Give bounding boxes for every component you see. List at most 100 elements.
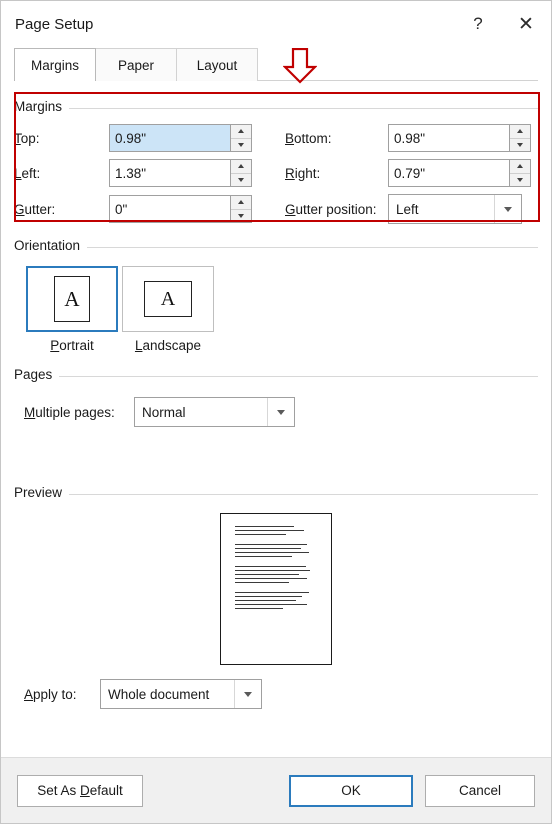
triangle-up-icon bbox=[238, 129, 244, 134]
orientation-options: A Portrait A Landscape bbox=[14, 266, 538, 353]
left-label: Left: bbox=[14, 165, 41, 181]
orientation-portrait-option[interactable]: A Portrait bbox=[24, 266, 120, 353]
margins-row-top-bottom: Top: Bottom: bbox=[14, 124, 538, 152]
page-title: Page Setup bbox=[15, 15, 94, 33]
triangle-up-icon bbox=[238, 164, 244, 169]
top-margin-spin-down[interactable] bbox=[231, 137, 251, 151]
preview-page-thumbnail bbox=[220, 513, 332, 665]
ok-button[interactable]: OK bbox=[289, 774, 413, 807]
apply-to-label: Apply to: bbox=[24, 686, 77, 702]
landscape-page-icon: A bbox=[144, 281, 192, 317]
triangle-down-icon bbox=[238, 177, 244, 182]
tab-strip: Margins Paper Layout bbox=[1, 47, 551, 82]
top-margin-spin-up[interactable] bbox=[231, 125, 251, 138]
tab-paper-label: Paper bbox=[117, 57, 155, 73]
gutter-position-combobox[interactable]: Left bbox=[388, 194, 522, 224]
pages-group-rule bbox=[14, 376, 538, 377]
multiple-pages-label: Multiple pages: bbox=[24, 404, 115, 420]
orientation-landscape-label: Landscape bbox=[134, 338, 202, 353]
gutter-input[interactable] bbox=[110, 196, 230, 222]
preview-group-rule bbox=[14, 494, 538, 495]
right-margin-input[interactable] bbox=[389, 160, 509, 186]
triangle-down-icon bbox=[238, 142, 244, 147]
gutter-spinner[interactable] bbox=[109, 195, 252, 223]
gutter-position-dropdown-button[interactable] bbox=[494, 195, 521, 223]
triangle-down-icon bbox=[517, 142, 523, 147]
orientation-group: Orientation A Portrait A Landscape bbox=[14, 238, 538, 353]
help-button[interactable]: ? bbox=[455, 1, 501, 47]
orientation-landscape-thumbnail[interactable]: A bbox=[122, 266, 214, 332]
gutter-spin-down[interactable] bbox=[231, 208, 251, 222]
bottom-margin-input[interactable] bbox=[389, 125, 509, 151]
left-margin-spinner[interactable] bbox=[109, 159, 252, 187]
triangle-up-icon bbox=[517, 164, 523, 169]
right-margin-spin-down[interactable] bbox=[510, 172, 530, 186]
orientation-group-label: Orientation bbox=[14, 238, 88, 253]
preview-group-label: Preview bbox=[14, 485, 70, 500]
bottom-margin-spin-buttons[interactable] bbox=[509, 125, 530, 151]
multiple-pages-value: Normal bbox=[142, 404, 186, 420]
bottom-margin-spin-down[interactable] bbox=[510, 137, 530, 151]
dialog-footer: Set As Default OK Cancel bbox=[1, 757, 551, 823]
margins-row-gutter: Gutter: Gutter position: Left bbox=[14, 194, 538, 224]
preview-group: Preview Apply to: Whole document bbox=[14, 485, 538, 709]
left-margin-spin-buttons[interactable] bbox=[230, 160, 251, 186]
dialog-content: Margins Top: Bottom: bbox=[1, 48, 551, 757]
multiple-pages-dropdown-button[interactable] bbox=[267, 398, 294, 426]
annotation-down-arrow-icon bbox=[283, 48, 317, 84]
gutter-spin-up[interactable] bbox=[231, 196, 251, 209]
triangle-up-icon bbox=[517, 129, 523, 134]
triangle-down-icon bbox=[238, 213, 244, 218]
left-margin-input[interactable] bbox=[110, 160, 230, 186]
apply-to-combobox[interactable]: Whole document bbox=[100, 679, 262, 709]
pages-group-label: Pages bbox=[14, 367, 60, 382]
cancel-button[interactable]: Cancel bbox=[425, 774, 535, 807]
tab-margins[interactable]: Margins bbox=[14, 48, 96, 82]
tab-paper[interactable]: Paper bbox=[95, 48, 177, 81]
orientation-portrait-thumbnail[interactable]: A bbox=[26, 266, 118, 332]
tab-layout[interactable]: Layout bbox=[176, 48, 258, 81]
portrait-page-icon: A bbox=[54, 276, 90, 322]
question-mark-icon: ? bbox=[473, 14, 483, 33]
top-margin-spin-buttons[interactable] bbox=[230, 125, 251, 151]
chevron-down-icon bbox=[244, 691, 252, 697]
set-as-default-button[interactable]: Set As Default bbox=[17, 774, 143, 807]
multiple-pages-combobox[interactable]: Normal bbox=[134, 397, 295, 427]
left-margin-spin-up[interactable] bbox=[231, 160, 251, 173]
gutter-position-label: Gutter position: bbox=[285, 201, 377, 217]
right-margin-spin-up[interactable] bbox=[510, 160, 530, 173]
right-margin-spin-buttons[interactable] bbox=[509, 160, 530, 186]
gutter-spin-buttons[interactable] bbox=[230, 196, 251, 222]
right-label: Right: bbox=[285, 165, 321, 181]
close-button[interactable]: ✕ bbox=[501, 1, 551, 47]
gutter-position-value: Left bbox=[396, 201, 419, 217]
preview-area bbox=[14, 513, 538, 665]
triangle-down-icon bbox=[517, 177, 523, 182]
title-bar: Page Setup ? ✕ bbox=[1, 1, 551, 47]
top-margin-spinner[interactable] bbox=[109, 124, 252, 152]
margins-row-left-right: Left: Right: bbox=[14, 159, 538, 187]
left-margin-spin-down[interactable] bbox=[231, 172, 251, 186]
margins-group: Margins Top: Bottom: bbox=[14, 99, 538, 224]
ok-button-label: OK bbox=[341, 783, 361, 798]
triangle-up-icon bbox=[238, 200, 244, 205]
apply-to-dropdown-button[interactable] bbox=[234, 680, 261, 708]
orientation-landscape-option[interactable]: A Landscape bbox=[120, 266, 216, 353]
tab-margins-label: Margins bbox=[30, 57, 79, 73]
bottom-margin-spinner[interactable] bbox=[388, 124, 531, 152]
set-as-default-label: Set As Default bbox=[37, 783, 123, 798]
chevron-down-icon bbox=[277, 409, 285, 415]
bottom-label: Bottom: bbox=[285, 130, 332, 146]
chevron-down-icon bbox=[504, 206, 512, 212]
orientation-group-rule bbox=[14, 247, 538, 248]
top-label: Top: bbox=[14, 130, 40, 146]
bottom-margin-spin-up[interactable] bbox=[510, 125, 530, 138]
cancel-button-label: Cancel bbox=[458, 783, 502, 798]
page-setup-dialog: Page Setup ? ✕ Margins Paper Layout Marg… bbox=[0, 0, 552, 824]
gutter-label: Gutter: bbox=[14, 201, 56, 217]
right-margin-spinner[interactable] bbox=[388, 159, 531, 187]
tab-layout-label: Layout bbox=[196, 57, 238, 73]
top-margin-input[interactable] bbox=[110, 125, 230, 151]
margins-group-label: Margins bbox=[14, 99, 70, 114]
pages-group: Pages Multiple pages: Normal bbox=[14, 367, 538, 427]
